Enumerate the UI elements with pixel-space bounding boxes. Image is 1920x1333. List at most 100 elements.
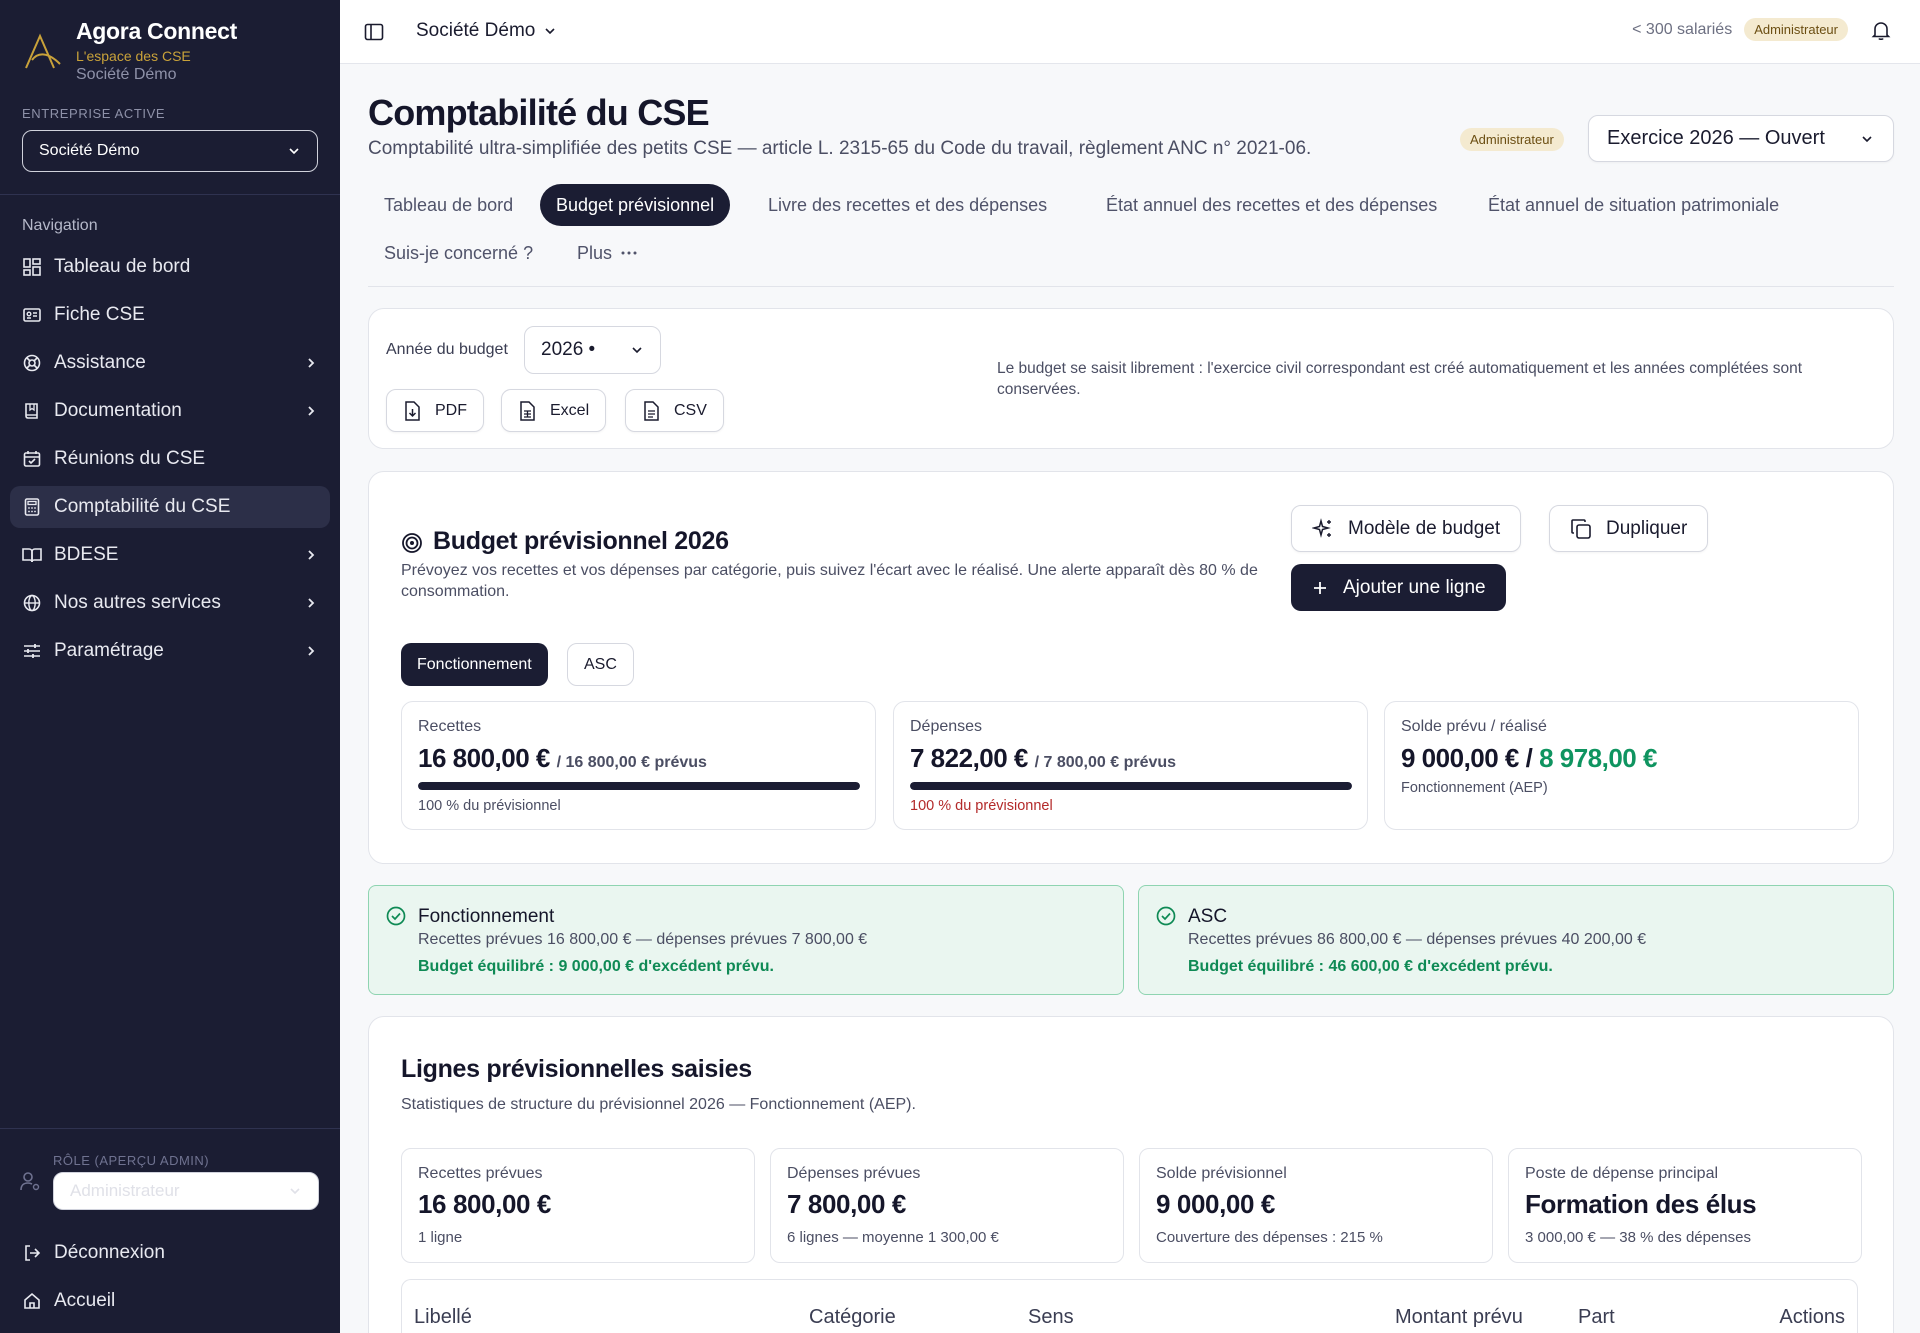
agora-logo-icon (25, 33, 61, 69)
brand-name: Agora Connect (76, 18, 237, 44)
tab-suis-je-concerne[interactable]: Suis-je concerné ? (368, 232, 549, 274)
sidebar-item-dashboard[interactable]: Tableau de bord (10, 246, 330, 288)
column-montant-prevu[interactable]: Montant prévu (1395, 1306, 1523, 1329)
role-preview-select[interactable]: Administrateur (53, 1172, 319, 1210)
sidebar-divider (0, 1128, 340, 1129)
sidebar-item-documentation[interactable]: Documentation (10, 390, 330, 432)
sidebar-item-reunions[interactable]: Réunions du CSE (10, 438, 330, 480)
tab-tableau-de-bord[interactable]: Tableau de bord (368, 184, 529, 226)
column-actions[interactable]: Actions (1779, 1306, 1845, 1329)
lifebuoy-icon (22, 353, 42, 373)
chevron-right-icon (308, 598, 315, 608)
kpi-depenses: Dépenses 7 822,00 € / 7 800,00 € prévus … (893, 701, 1368, 830)
sidebar-item-label: Tableau de bord (54, 256, 191, 277)
brand-tagline: L'espace des CSE (76, 48, 191, 64)
tab-plus[interactable]: Plus (561, 232, 654, 274)
sidebar-item-assistance[interactable]: Assistance (10, 342, 330, 384)
sidebar-nav: Tableau de bord Fiche CSE Assistance Doc… (10, 246, 330, 678)
brand[interactable]: Agora Connect L'espace des CSE Société D… (20, 18, 237, 84)
sidebar-item-label: BDESE (54, 544, 119, 565)
column-libelle[interactable]: Libellé (414, 1306, 472, 1329)
enterprise-select[interactable]: Société Démo (22, 130, 318, 172)
export-csv-label: CSV (674, 401, 707, 419)
stat-depenses-prevues: Dépenses prévues 7 800,00 € 6 lignes — m… (770, 1148, 1124, 1263)
column-part[interactable]: Part (1578, 1306, 1615, 1329)
status-details: Recettes prévues 16 800,00 € — dépenses … (418, 931, 868, 948)
kpi-amount: 7 822,00 € (910, 743, 1028, 773)
sidebar-item-fiche-cse[interactable]: Fiche CSE (10, 294, 330, 336)
home-link[interactable]: Accueil (10, 1280, 330, 1322)
chevron-right-icon (308, 406, 315, 416)
tab-label: Suis-je concerné ? (384, 242, 534, 263)
export-excel-button[interactable]: Excel (501, 389, 607, 432)
sidebar-item-label: Documentation (54, 400, 182, 421)
stat-footnote: 1 ligne (418, 1229, 463, 1246)
chevron-down-icon (289, 148, 299, 155)
logout-button[interactable]: Déconnexion (10, 1232, 330, 1274)
enterprise-label: ENTREPRISE ACTIVE (22, 106, 166, 121)
budget-year-note: Le budget se saisit librement : l'exerci… (997, 360, 1803, 398)
file-download-icon (405, 400, 420, 421)
segment-asc[interactable]: ASC (567, 643, 634, 686)
column-categorie[interactable]: Catégorie (809, 1306, 896, 1329)
chevron-down-icon (290, 1188, 300, 1195)
kpi-value: 7 822,00 € / 7 800,00 € prévus (910, 743, 1176, 774)
sidebar-divider (0, 194, 340, 195)
book-icon (22, 401, 42, 421)
stat-value: 16 800,00 € (418, 1189, 551, 1219)
column-sens[interactable]: Sens (1028, 1306, 1074, 1329)
sidebar-item-comptabilite[interactable]: Comptabilité du CSE (10, 486, 330, 528)
role-preview-label: RÔLE (APERÇU ADMIN) (53, 1153, 210, 1168)
sidebar: Agora Connect L'espace des CSE Société D… (0, 0, 340, 1333)
stat-label: Solde prévisionnel (1156, 1165, 1287, 1182)
exercise-select[interactable]: Exercice 2026 — Ouvert (1588, 115, 1894, 162)
nav-section-label: Navigation (22, 217, 98, 234)
tab-budget-previsionnel[interactable]: Budget prévisionnel (540, 184, 731, 226)
user-role-icon (20, 1172, 40, 1191)
lines-title: Lignes prévisionnelles saisies (401, 1055, 752, 1083)
add-line-button[interactable]: Ajouter une ligne (1291, 564, 1506, 611)
stat-value: Formation des élus (1525, 1189, 1757, 1219)
kpi-planned: / 16 800,00 € prévus (556, 754, 707, 771)
tab-etat-annuel-recettes[interactable]: État annuel des recettes et des dépenses (1090, 184, 1453, 226)
budget-year-select[interactable]: 2026 • (524, 326, 661, 374)
lines-card: Lignes prévisionnelles saisies Statistiq… (368, 1016, 1894, 1333)
kpi-amount: 9 000,00 € (1401, 743, 1519, 773)
budget-card: Budget prévisionnel 2026 Prévoyez vos re… (368, 471, 1894, 864)
kpi-realised: 8 978,00 € (1539, 743, 1657, 773)
kpi-value: 9 000,00 € / 8 978,00 € (1401, 743, 1657, 774)
role-preview-value: Administrateur (70, 1181, 180, 1200)
topbar-right: < 300 salariés Administrateur (1632, 18, 1892, 41)
brand-company: Société Démo (76, 66, 177, 83)
kpi-label: Dépenses (910, 718, 983, 735)
sidebar-toggle-icon[interactable] (364, 22, 384, 42)
home-label: Accueil (54, 1290, 116, 1311)
export-pdf-button[interactable]: PDF (386, 389, 484, 432)
budget-template-button[interactable]: Modèle de budget (1291, 505, 1522, 552)
budget-template-label: Modèle de budget (1348, 517, 1501, 539)
bell-icon[interactable] (1870, 19, 1892, 41)
segment-fonctionnement[interactable]: Fonctionnement (401, 643, 548, 686)
topbar: Société Démo < 300 salariés Administrate… (340, 0, 1920, 64)
status-asc: ASC Recettes prévues 86 800,00 € — dépen… (1138, 885, 1894, 995)
company-switcher[interactable]: Société Démo (416, 20, 557, 42)
employee-count: < 300 salariés (1632, 20, 1733, 38)
sidebar-item-label: Paramétrage (54, 640, 164, 661)
sidebar-item-bdese[interactable]: BDESE (10, 534, 330, 576)
kpi-footnote: Fonctionnement (AEP) (1401, 780, 1548, 796)
stat-value: 7 800,00 € (787, 1189, 906, 1219)
sidebar-item-parametrage[interactable]: Paramétrage (10, 630, 330, 672)
add-line-label: Ajouter une ligne (1343, 576, 1486, 598)
kpi-label: Solde prévu / réalisé (1401, 718, 1547, 735)
budget-year-value: 2026 • (541, 339, 596, 360)
page-subtitle: Comptabilité ultra-simplifiée des petits… (368, 138, 1312, 159)
tab-etat-situation-patrimoniale[interactable]: État annuel de situation patrimoniale (1472, 184, 1795, 226)
duplicate-button[interactable]: Dupliquer (1549, 505, 1709, 552)
sidebar-item-label: Assistance (54, 352, 146, 373)
tab-livre-recettes-depenses[interactable]: Livre des recettes et des dépenses (752, 184, 1063, 226)
status-balanced: Budget équilibré : 46 600,00 € d'excéden… (1188, 958, 1553, 975)
exercise-select-value: Exercice 2026 — Ouvert (1607, 127, 1825, 149)
kpi-planned: / 7 800,00 € prévus (1034, 754, 1177, 771)
sidebar-item-autres-services[interactable]: Nos autres services (10, 582, 330, 624)
export-csv-button[interactable]: CSV (625, 389, 724, 432)
